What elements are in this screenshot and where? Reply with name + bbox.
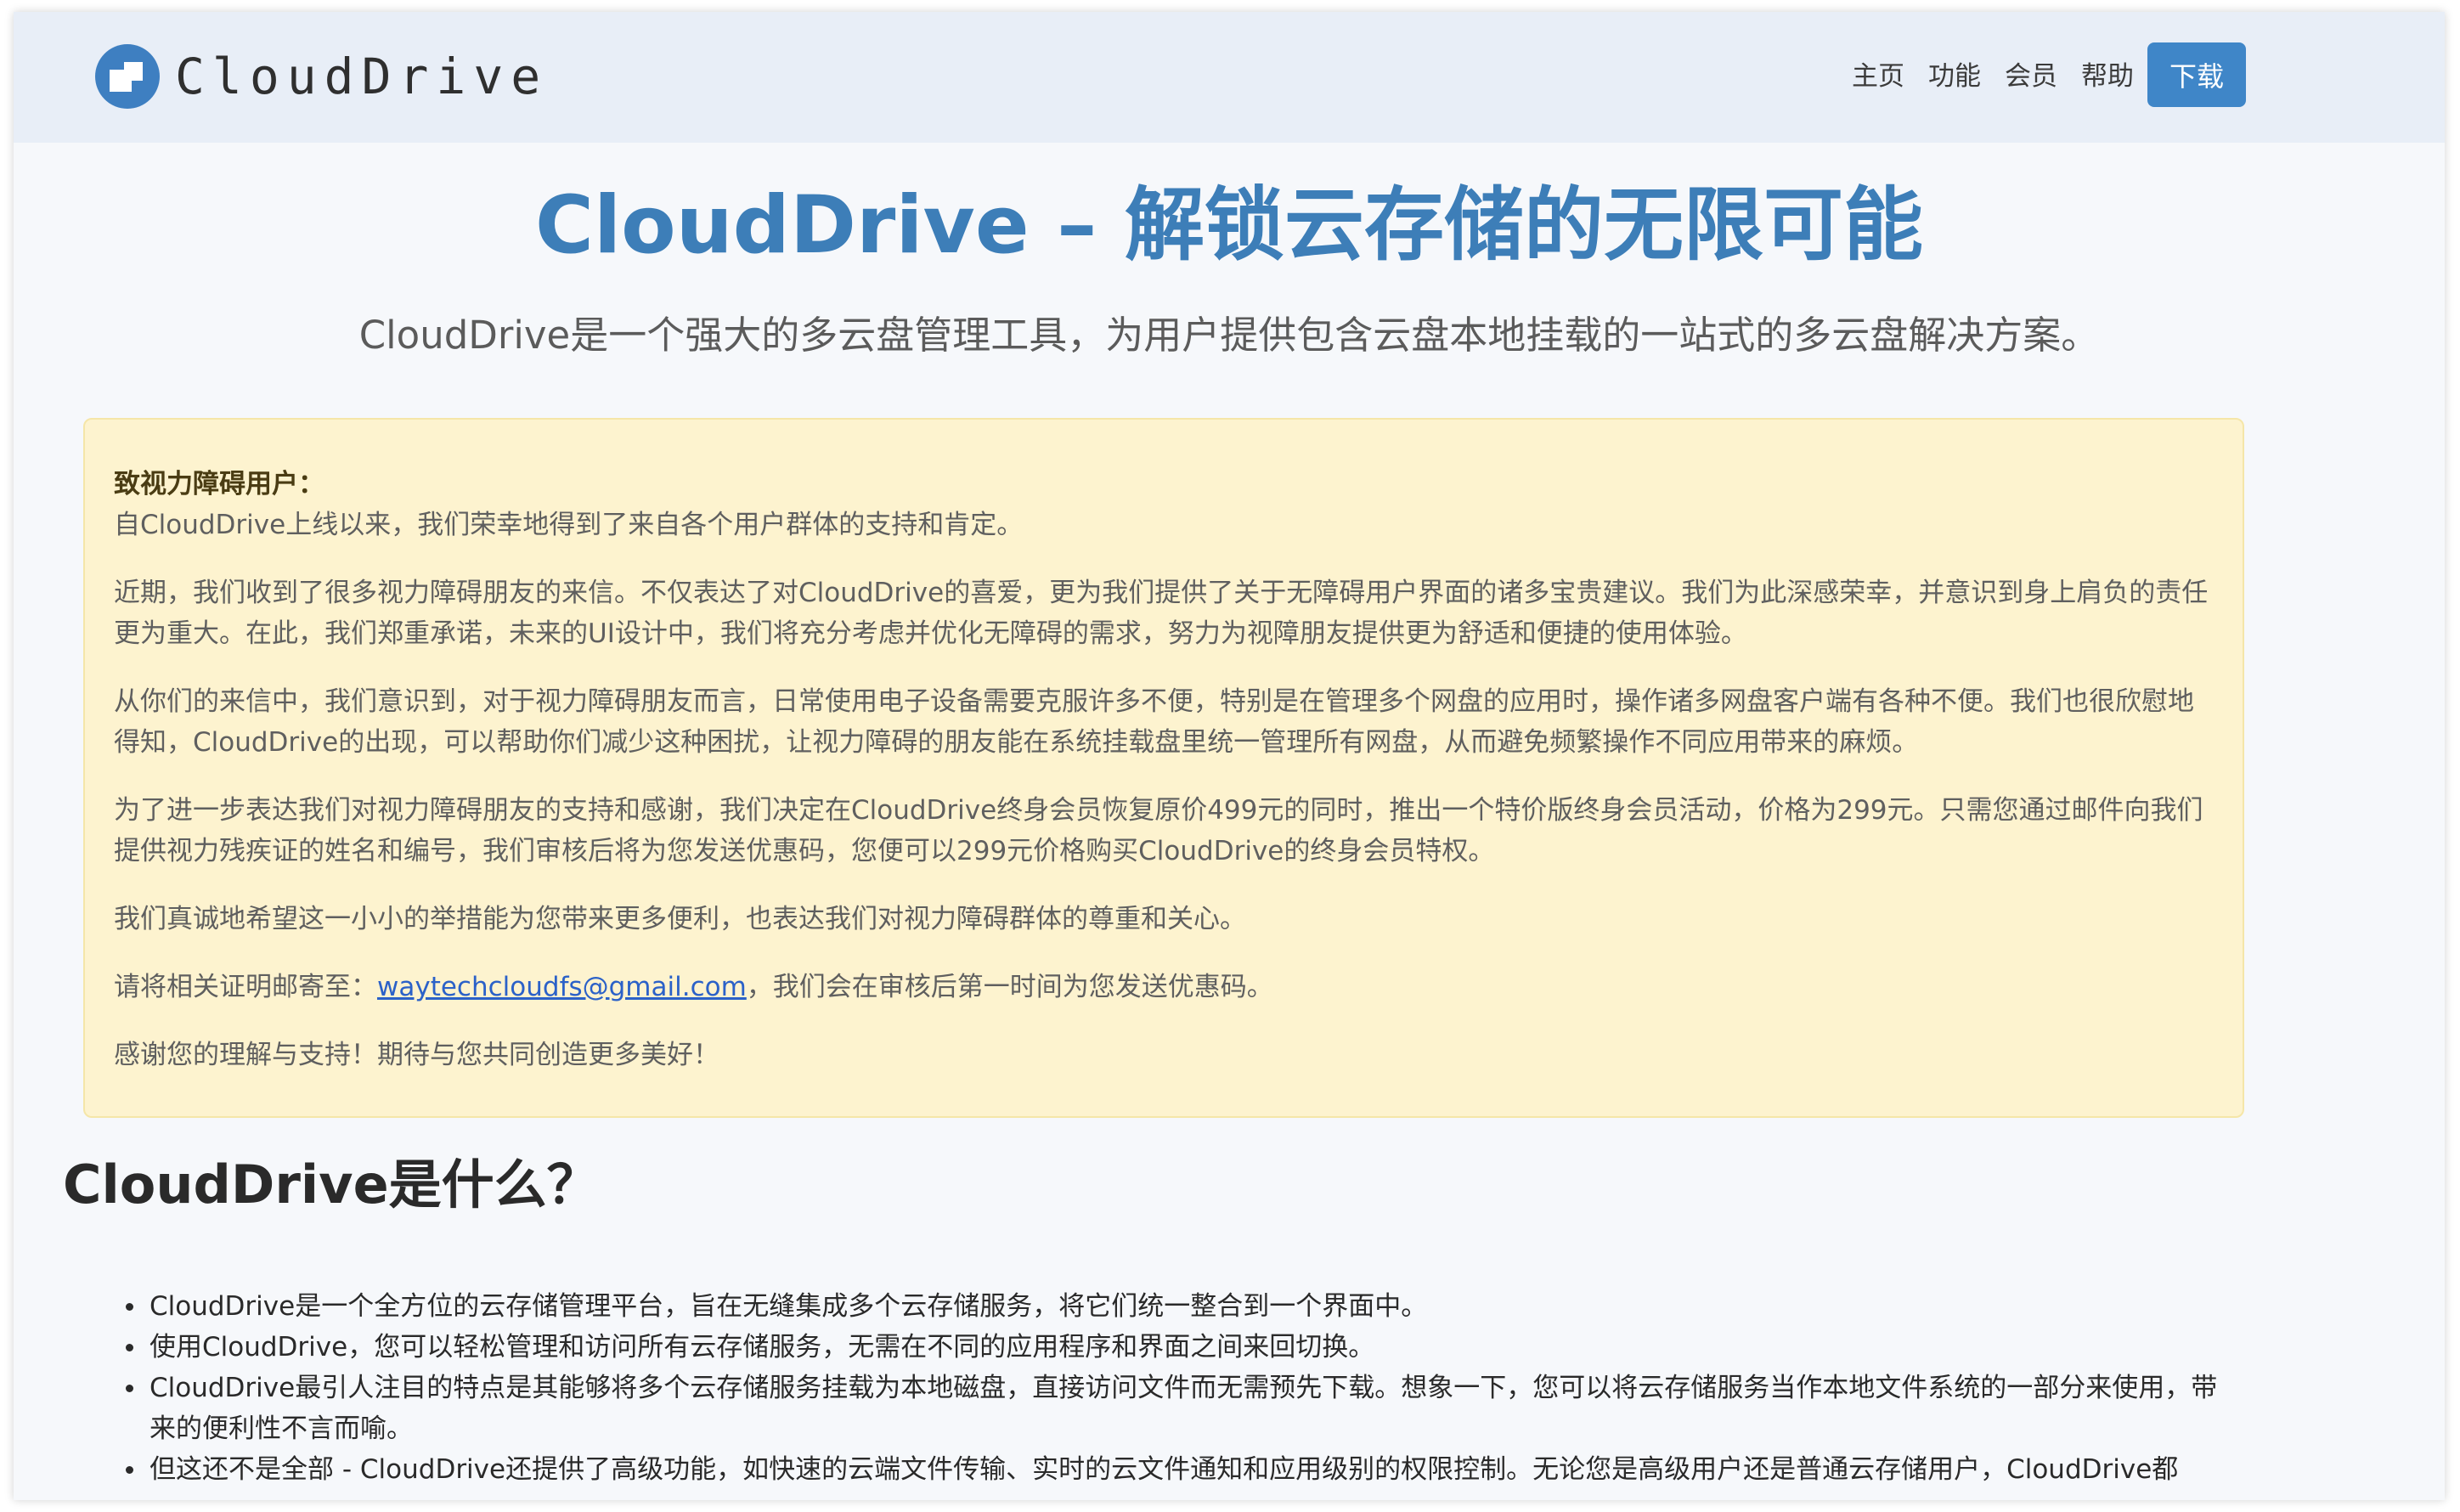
notice-paragraph: 从你们的来信中，我们意识到，对于视力障碍朋友而言，日常使用电子设备需要克服许多不… — [114, 686, 2194, 758]
clouddrive-logo-icon — [95, 44, 160, 109]
feature-list: CloudDrive是一个全方位的云存储管理平台，旨在无缝集成多个云存储服务，将… — [126, 1286, 2239, 1490]
contact-prefix: 请将相关证明邮寄至： — [114, 972, 377, 1002]
nav-membership-link[interactable]: 会员 — [2005, 54, 2057, 93]
list-item: CloudDrive是一个全方位的云存储管理平台，旨在无缝集成多个云存储服务，将… — [126, 1286, 2239, 1327]
hero-title: CloudDrive – 解锁云存储的无限可能 — [534, 179, 1924, 272]
list-item: CloudDrive最引人注目的特点是其能够将多个云存储服务挂载为本地磁盘，直接… — [126, 1368, 2239, 1449]
contact-email-link[interactable]: waytechcloudfs@gmail.com — [377, 972, 747, 1002]
section-title: CloudDrive是什么？ — [63, 1154, 600, 1216]
notice-intro: 自CloudDrive上线以来，我们荣幸地得到了来自各个用户群体的支持和肯定。 — [114, 510, 1024, 540]
download-button[interactable]: 下载 — [2147, 42, 2246, 107]
hero-subtitle: CloudDrive是一个强大的多云盘管理工具，为用户提供包含云盘本地挂载的一站… — [358, 313, 2100, 358]
accessibility-notice: 致视力障碍用户： 自CloudDrive上线以来，我们荣幸地得到了来自各个用户群… — [83, 418, 2244, 1118]
main-nav: 主页 功能 会员 帮助 — [1852, 54, 2134, 93]
top-navbar: CloudDrive 主页 功能 会员 帮助 下载 — [14, 12, 2445, 143]
list-item: 但这还不是全部 - CloudDrive还提供了高级功能，如快速的云端文件传输、… — [126, 1449, 2239, 1490]
nav-features-link[interactable]: 功能 — [1928, 54, 1981, 93]
list-item: 使用CloudDrive，您可以轻松管理和访问所有云存储服务，无需在不同的应用程… — [126, 1327, 2239, 1368]
logo-text: CloudDrive — [175, 48, 549, 105]
notice-heading: 致视力障碍用户： — [114, 469, 324, 499]
notice-closing: 感谢您的理解与支持！期待与您共同创造更多美好！ — [114, 1040, 719, 1070]
notice-paragraph: 近期，我们收到了很多视力障碍朋友的来信。不仅表达了对CloudDrive的喜爱，… — [114, 578, 2209, 649]
logo[interactable]: CloudDrive — [95, 41, 548, 112]
browser-page: CloudDrive 主页 功能 会员 帮助 下载 CloudDrive – 解… — [14, 12, 2445, 1500]
notice-paragraph: 我们真诚地希望这一小小的举措能为您带来更多便利，也表达我们对视力障碍群体的尊重和… — [114, 904, 1246, 934]
notice-paragraph: 为了进一步表达我们对视力障碍朋友的支持和感谢，我们决定在CloudDrive终身… — [114, 795, 2203, 866]
nav-home-link[interactable]: 主页 — [1852, 54, 1904, 93]
contact-suffix: ，我们会在审核后第一时间为您发送优惠码。 — [746, 972, 1273, 1002]
notice-contact: 请将相关证明邮寄至：waytechcloudfs@gmail.com，我们会在审… — [114, 967, 2210, 1007]
nav-help-link[interactable]: 帮助 — [2081, 54, 2134, 93]
